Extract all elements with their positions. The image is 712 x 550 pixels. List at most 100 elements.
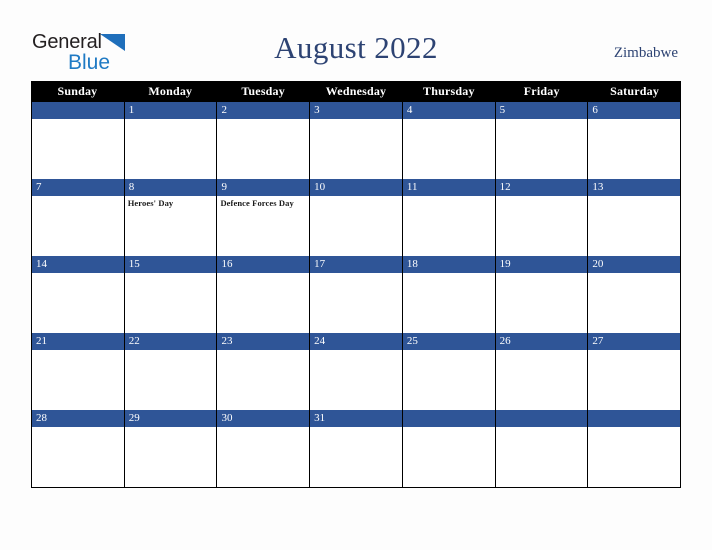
day-body: Heroes' Day <box>125 196 217 256</box>
day-cell[interactable]: 17 <box>310 256 403 333</box>
day-body <box>217 273 309 333</box>
day-cell[interactable]: 28 <box>32 410 125 487</box>
day-cell[interactable]: 26 <box>495 333 589 410</box>
weekday-header-saturday: Saturday <box>610 84 660 98</box>
day-cell[interactable]: 6 <box>588 102 682 179</box>
day-cell[interactable]: 25 <box>402 333 496 410</box>
day-body: Defence Forces Day <box>217 196 309 256</box>
day-body <box>496 350 588 410</box>
day-number: 27 <box>588 333 681 350</box>
day-body <box>588 427 680 487</box>
day-cell[interactable]: 29 <box>124 410 218 487</box>
day-number: 17 <box>310 256 402 273</box>
weekday-header-sunday: Sunday <box>57 84 98 98</box>
day-cell[interactable]: 8 Heroes' Day <box>124 179 218 256</box>
day-cell[interactable]: 18 <box>402 256 496 333</box>
day-cell[interactable]: 5 <box>495 102 589 179</box>
day-body <box>403 350 495 410</box>
day-cell[interactable]: 31 <box>310 410 403 487</box>
week-row: 21 22 23 24 25 26 27 <box>31 333 682 410</box>
day-number: 7 <box>32 179 124 196</box>
day-number: 1 <box>124 102 217 119</box>
day-number: 16 <box>217 256 310 273</box>
day-number: 6 <box>588 102 681 119</box>
weekday-header-friday: Friday <box>523 84 560 98</box>
day-body <box>32 196 124 256</box>
day-cell[interactable]: 10 <box>310 179 403 256</box>
calendar-grid: Sunday Monday Tuesday Wednesday Thursday… <box>31 81 682 488</box>
day-number: 26 <box>495 333 588 350</box>
day-number: 24 <box>310 333 402 350</box>
day-cell[interactable]: 13 <box>588 179 682 256</box>
week-row: 7 8 Heroes' Day 9 Defence Forces Day 10 … <box>31 179 682 256</box>
day-number: 29 <box>124 410 217 427</box>
page-title: August 2022 <box>274 30 438 65</box>
day-body <box>588 350 680 410</box>
day-cell[interactable] <box>32 102 125 179</box>
day-cell[interactable]: 11 <box>402 179 496 256</box>
day-number: 18 <box>402 256 495 273</box>
day-number: 23 <box>217 333 310 350</box>
day-number: 13 <box>588 179 681 196</box>
day-cell[interactable]: 20 <box>588 256 682 333</box>
day-body <box>403 273 495 333</box>
day-cell[interactable]: 30 <box>217 410 311 487</box>
day-cell[interactable]: 14 <box>32 256 125 333</box>
country-label: Zimbabwe <box>613 45 678 61</box>
day-body <box>588 273 680 333</box>
day-cell[interactable]: 1 <box>124 102 218 179</box>
day-number <box>495 410 588 427</box>
day-cell[interactable]: 7 <box>32 179 125 256</box>
day-body <box>125 350 217 410</box>
day-cell[interactable] <box>588 410 682 487</box>
day-body <box>125 427 217 487</box>
event-label: Defence Forces Day <box>220 198 294 208</box>
page-header: General Blue August 2022 Zimbabwe <box>0 0 712 81</box>
day-body <box>496 119 588 179</box>
day-cell[interactable]: 4 <box>402 102 496 179</box>
day-number: 22 <box>124 333 217 350</box>
day-body <box>217 350 309 410</box>
day-body <box>32 427 124 487</box>
day-cell[interactable]: 27 <box>588 333 682 410</box>
day-cell[interactable]: 21 <box>32 333 125 410</box>
day-body <box>496 427 588 487</box>
day-number: 28 <box>32 410 124 427</box>
day-number: 9 <box>217 179 310 196</box>
weekday-header-tuesday: Tuesday <box>241 84 285 98</box>
day-number: 3 <box>310 102 402 119</box>
day-cell[interactable]: 22 <box>124 333 218 410</box>
week-row: 28 29 30 31 <box>31 410 682 488</box>
day-body <box>125 273 217 333</box>
day-cell[interactable]: 16 <box>217 256 311 333</box>
day-number: 31 <box>310 410 402 427</box>
day-body <box>217 119 309 179</box>
weekday-header-row: Sunday Monday Tuesday Wednesday Thursday… <box>31 81 681 102</box>
day-number: 8 <box>124 179 217 196</box>
day-body <box>403 119 495 179</box>
day-cell[interactable]: 15 <box>124 256 218 333</box>
day-body <box>310 196 402 256</box>
day-body <box>125 119 217 179</box>
event-label: Heroes' Day <box>127 198 174 208</box>
day-body <box>588 119 680 179</box>
day-cell[interactable]: 12 <box>495 179 589 256</box>
day-body <box>496 273 588 333</box>
day-number <box>402 410 495 427</box>
day-cell[interactable]: 9 Defence Forces Day <box>217 179 311 256</box>
day-body <box>588 196 680 256</box>
day-cell[interactable]: 2 <box>217 102 311 179</box>
day-cell[interactable]: 23 <box>217 333 311 410</box>
day-number: 21 <box>32 333 124 350</box>
day-cell[interactable] <box>402 410 496 487</box>
day-cell[interactable]: 19 <box>495 256 589 333</box>
day-cell[interactable]: 3 <box>310 102 403 179</box>
day-number: 19 <box>495 256 588 273</box>
day-cell[interactable] <box>495 410 589 487</box>
day-number: 2 <box>217 102 310 119</box>
day-body <box>32 119 124 179</box>
day-number: 4 <box>402 102 495 119</box>
day-cell[interactable]: 24 <box>310 333 403 410</box>
day-number: 25 <box>402 333 495 350</box>
day-number <box>32 102 124 119</box>
